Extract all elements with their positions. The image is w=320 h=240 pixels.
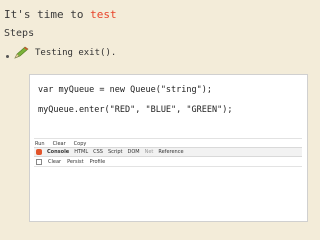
bullet-item: Testing exit(). (6, 46, 116, 60)
title-highlight: test (90, 8, 117, 21)
tab-reference[interactable]: Reference (158, 149, 183, 155)
firebug-subbar: Clear Persist Profile (34, 158, 302, 167)
subbar-profile[interactable]: Profile (90, 159, 106, 165)
tab-net[interactable]: Net (145, 149, 154, 155)
subbar-persist[interactable]: Persist (67, 159, 84, 165)
bullet-text: Testing exit(). (35, 48, 117, 58)
tab-dom[interactable]: DOM (127, 149, 139, 155)
menu-copy[interactable]: Copy (73, 141, 88, 147)
bullet-dot (6, 54, 9, 58)
slide-title: It's time to test (4, 8, 117, 21)
tab-console[interactable]: Console (47, 149, 69, 155)
subbar-clear[interactable]: Clear (48, 159, 61, 165)
title-prefix: It's time to (4, 8, 91, 21)
firebug-toolbar: Console HTML CSS Script DOM Net Referenc… (34, 147, 302, 157)
console-icon[interactable] (36, 159, 42, 165)
code-line-2: myQueue.enter("RED", "BLUE", "GREEN"); (38, 105, 233, 115)
code-panel: var myQueue = new Queue("string"); myQue… (29, 74, 308, 222)
pencil-icon (14, 46, 29, 59)
menu-clear[interactable]: Clear (52, 141, 67, 147)
code-line-1: var myQueue = new Queue("string"); (38, 85, 212, 95)
steps-heading: Steps (4, 28, 35, 39)
slide: It's time to test Steps Testing exit(). … (0, 0, 320, 240)
menu-run[interactable]: Run (34, 141, 46, 147)
tab-html[interactable]: HTML (74, 149, 88, 155)
tab-css[interactable]: CSS (93, 149, 103, 155)
firebug-icon[interactable] (36, 149, 42, 155)
tab-script[interactable]: Script (108, 149, 123, 155)
